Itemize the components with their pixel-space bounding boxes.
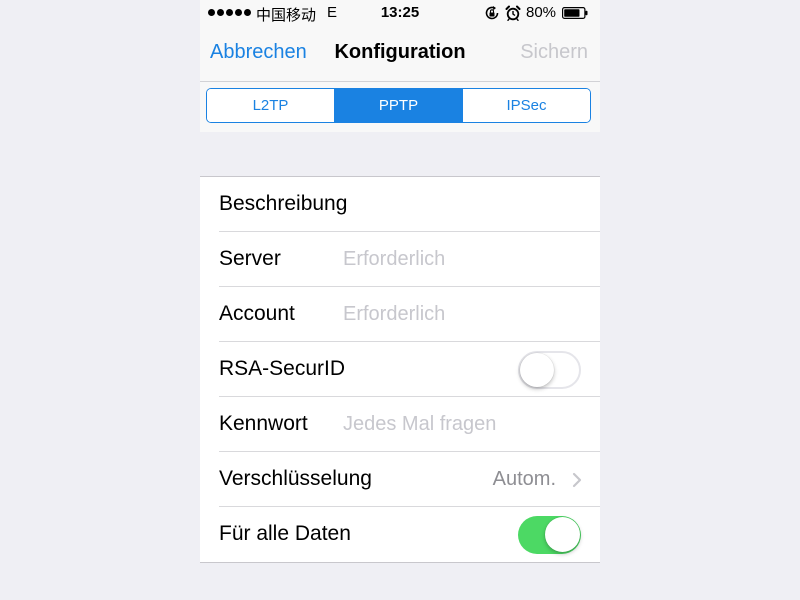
chevron-right-icon bbox=[572, 472, 582, 488]
account-row[interactable]: Account bbox=[200, 287, 600, 342]
send-all-traffic-label: Für alle Daten bbox=[219, 522, 351, 545]
phone-screen: 中国移动 E 13:25 80% Abbrechen Konfiguration… bbox=[200, 0, 600, 600]
rsa-securid-row: RSA-SecurID bbox=[200, 342, 600, 397]
toggle-knob bbox=[520, 353, 554, 387]
battery-percent: 80% bbox=[526, 4, 557, 21]
description-input[interactable] bbox=[343, 189, 583, 219]
segment-ipsec[interactable]: IPSec bbox=[462, 89, 590, 122]
server-row[interactable]: Server bbox=[200, 232, 600, 287]
segment-pptp[interactable]: PPTP bbox=[334, 89, 462, 122]
rsa-securid-toggle[interactable] bbox=[518, 351, 581, 389]
send-all-traffic-row: Für alle Daten bbox=[200, 507, 600, 562]
password-input[interactable] bbox=[343, 409, 583, 439]
account-input[interactable] bbox=[343, 299, 583, 329]
alarm-icon bbox=[505, 5, 521, 21]
battery-icon bbox=[562, 7, 588, 19]
rsa-securid-label: RSA-SecurID bbox=[219, 357, 346, 380]
server-input[interactable] bbox=[343, 244, 583, 274]
encryption-value: Autom. bbox=[492, 468, 556, 490]
account-label: Account bbox=[219, 302, 295, 325]
server-label: Server bbox=[219, 247, 281, 270]
save-button[interactable]: Sichern bbox=[520, 41, 588, 64]
password-row[interactable]: Kennwort bbox=[200, 397, 600, 452]
navigation-bar: Abbrechen Konfiguration Sichern bbox=[200, 27, 600, 81]
segment-l2tp[interactable]: L2TP bbox=[207, 89, 334, 122]
letterbox-right bbox=[600, 0, 800, 600]
description-label: Beschreibung bbox=[219, 192, 348, 215]
vpn-type-bar: L2TP PPTP IPSec bbox=[200, 81, 600, 132]
encryption-row[interactable]: Verschlüsselung Autom. bbox=[200, 452, 600, 507]
vpn-settings-table: Beschreibung Server Account RSA-SecurID … bbox=[200, 176, 600, 563]
toggle-knob bbox=[544, 517, 580, 552]
rotation-lock-icon bbox=[485, 6, 499, 20]
encryption-label: Verschlüsselung bbox=[219, 467, 372, 490]
description-row[interactable]: Beschreibung bbox=[200, 177, 600, 232]
send-all-traffic-toggle[interactable] bbox=[518, 516, 581, 554]
vpn-type-segmented-control: L2TP PPTP IPSec bbox=[206, 88, 591, 123]
letterbox-left bbox=[0, 0, 200, 600]
status-bar: 中国移动 E 13:25 80% bbox=[200, 0, 600, 27]
password-label: Kennwort bbox=[219, 412, 308, 435]
